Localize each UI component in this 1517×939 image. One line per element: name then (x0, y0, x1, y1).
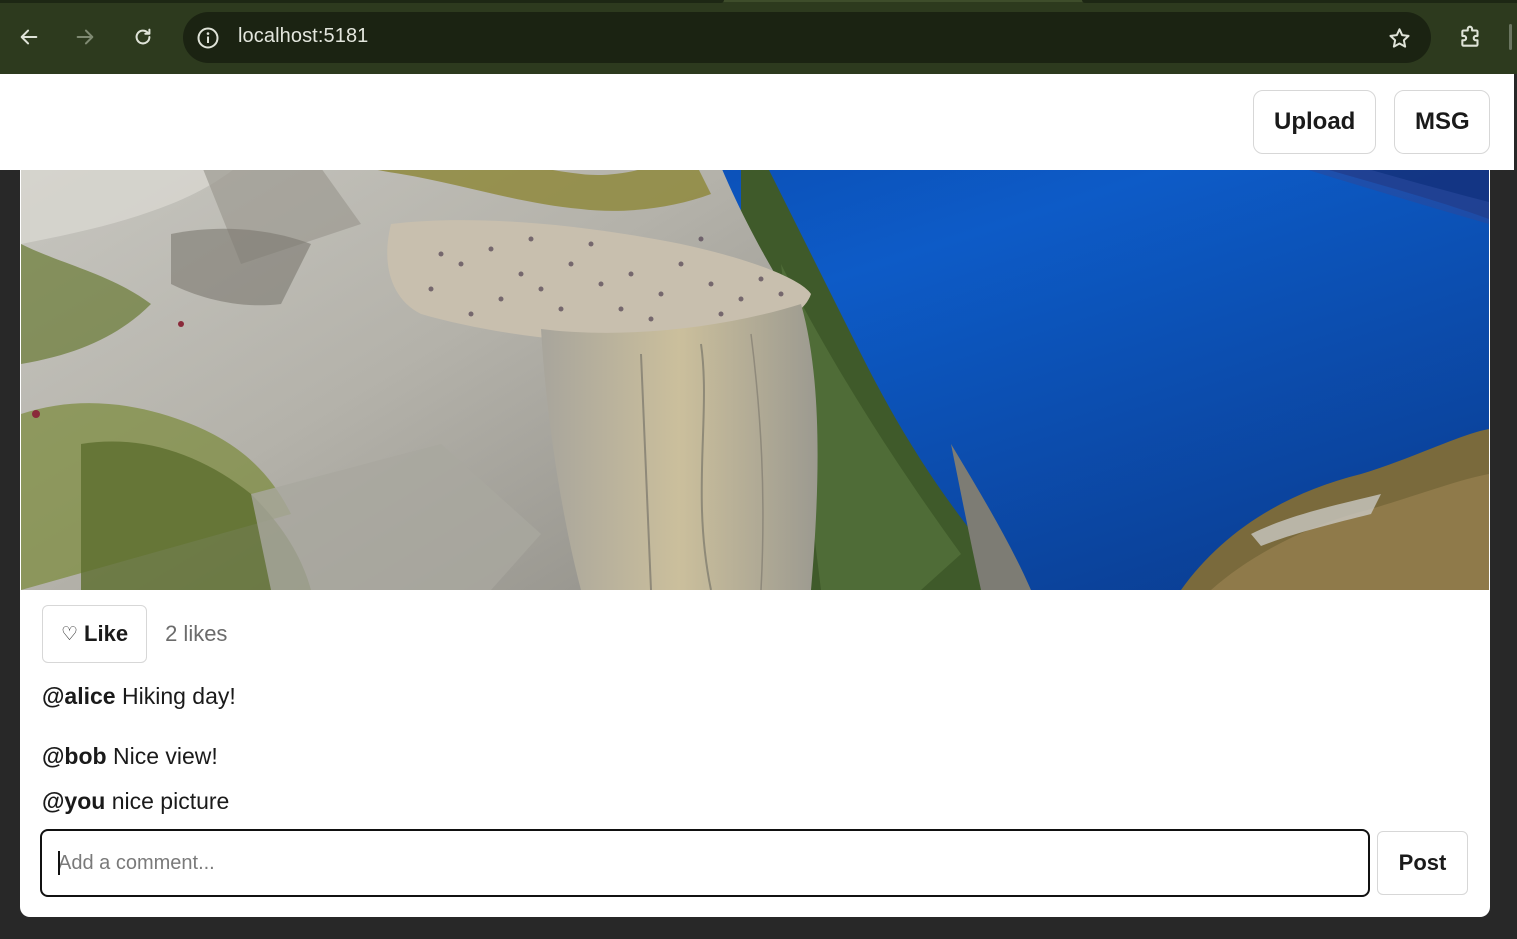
site-info-icon[interactable] (195, 25, 221, 51)
comment-item: @bob Nice view! (42, 743, 218, 770)
like-label: Like (84, 621, 129, 646)
caption-text: Hiking day! (121, 683, 236, 709)
back-button[interactable] (11, 19, 47, 55)
post-comment-button[interactable]: Post (1377, 831, 1468, 895)
page-viewport: ♡ Like 2 likes @alice Hiking day! @bob N… (0, 74, 1517, 939)
comment-text: nice picture (111, 788, 230, 814)
post-image (21, 114, 1489, 590)
text-caret (58, 851, 60, 875)
comment-text: Nice view! (112, 743, 218, 769)
comment-username[interactable]: @you (42, 788, 105, 814)
bookmark-star-icon[interactable] (1385, 24, 1413, 52)
app-header: Upload MSG (0, 74, 1514, 170)
post-card: ♡ Like 2 likes @alice Hiking day! @bob N… (20, 114, 1490, 917)
like-count: 2 likes (165, 621, 228, 646)
post-caption: @alice Hiking day! (42, 683, 236, 710)
reload-icon (135, 28, 151, 45)
comment-form: Post (40, 829, 1468, 897)
comment-input[interactable] (40, 829, 1370, 897)
tab-edge (0, 0, 724, 3)
post-actions: ♡ Like 2 likes (42, 605, 227, 663)
back-arrow-icon (20, 29, 38, 45)
reload-button[interactable] (125, 19, 161, 55)
tab-edge (1082, 0, 1517, 3)
toolbar-divider (1509, 24, 1512, 50)
fjord-cliff-photo (21, 114, 1489, 590)
comment-username[interactable]: @bob (42, 743, 107, 769)
comment-item: @you nice picture (42, 788, 229, 815)
heart-icon: ♡ (61, 623, 79, 645)
forward-button[interactable] (67, 19, 103, 55)
like-button[interactable]: ♡ Like (42, 605, 148, 663)
browser-toolbar: localhost:5181 (0, 0, 1517, 74)
messages-button[interactable]: MSG (1394, 90, 1490, 154)
address-bar[interactable]: localhost:5181 (183, 12, 1431, 63)
caption-username[interactable]: @alice (42, 683, 116, 709)
upload-button[interactable]: Upload (1253, 90, 1376, 154)
url-text[interactable]: localhost:5181 (238, 25, 368, 48)
forward-arrow-icon (76, 29, 94, 45)
extensions-puzzle-icon[interactable] (1455, 21, 1487, 53)
